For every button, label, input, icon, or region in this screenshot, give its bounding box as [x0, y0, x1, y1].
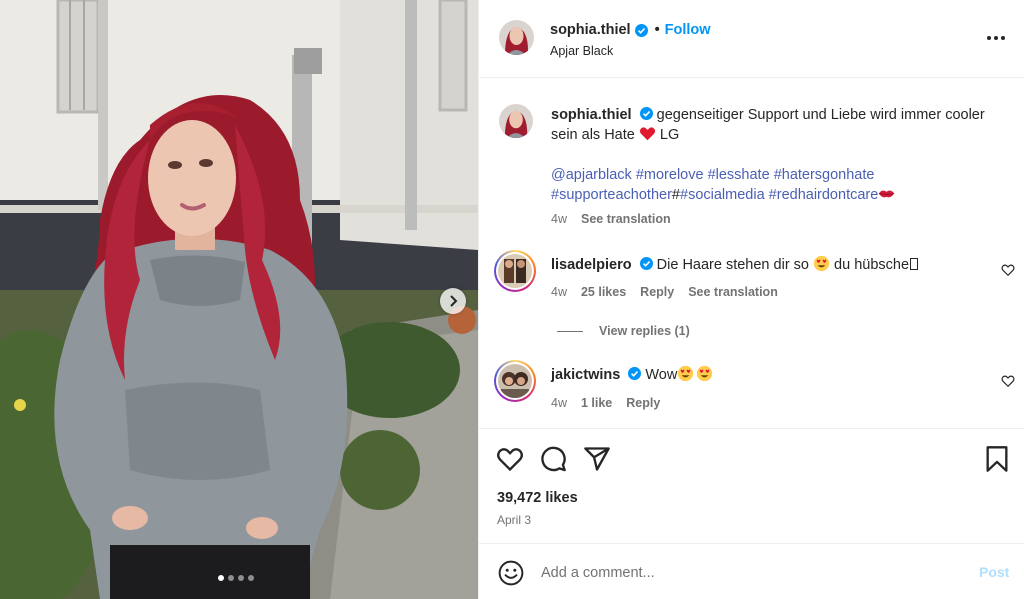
comment-username[interactable]: jakictwins — [551, 367, 620, 383]
separator-dot: • — [654, 22, 660, 38]
hashtag-link[interactable]: #lesshate — [708, 167, 770, 183]
carousel-dot — [228, 575, 234, 581]
hashtag-link[interactable]: #supporteachother — [551, 187, 672, 203]
caption-avatar[interactable] — [499, 104, 533, 138]
share-icon[interactable] — [583, 445, 611, 473]
mention-link[interactable]: @apjarblack — [551, 167, 632, 183]
post-header: sophia.thiel • Follow Apjar Black — [479, 0, 1024, 78]
commenter-avatar-story-ring[interactable] — [494, 250, 536, 292]
carousel-dot — [248, 575, 254, 581]
comment-body: Wow — [645, 367, 678, 383]
comment-like-heart-icon[interactable] — [1001, 263, 1015, 277]
unsupported-glyph — [910, 258, 919, 270]
caption-meta: 4w See translation — [551, 212, 671, 226]
bookmark-icon[interactable] — [983, 445, 1011, 473]
carousel-dot — [238, 575, 244, 581]
verified-badge-icon — [634, 23, 648, 37]
verified-badge-icon — [628, 367, 642, 380]
commenter-avatar-story-ring[interactable] — [494, 360, 536, 402]
hashtag-line-2: #supporteachother##socialmedia #redhaird… — [551, 185, 991, 205]
post-date[interactable]: April 3 — [497, 513, 531, 527]
reply-button[interactable]: Reply — [626, 396, 660, 410]
hashtag-link[interactable]: #hatersgonhate — [774, 167, 875, 183]
heart-eyes-emoji-icon — [678, 365, 694, 382]
comment-username[interactable]: lisadelpiero — [551, 257, 632, 273]
heart-icon[interactable] — [496, 445, 524, 473]
comment-meta: 4w 1 like Reply — [551, 396, 660, 410]
carousel-dot — [218, 575, 224, 581]
carousel-indicator — [218, 575, 254, 581]
verified-badge-icon — [639, 107, 653, 120]
comment-input[interactable] — [541, 560, 941, 586]
follow-button[interactable]: Follow — [665, 22, 711, 38]
see-translation-link[interactable]: See translation — [581, 212, 671, 226]
comment-meta: 4w 25 likes Reply See translation — [551, 285, 778, 299]
heart-eyes-emoji-icon — [697, 365, 713, 382]
post-photo — [0, 0, 478, 599]
comment-likes-count[interactable]: 1 like — [581, 396, 612, 410]
post-side-panel: sophia.thiel • Follow Apjar Black sophia… — [478, 0, 1024, 599]
comment-time[interactable]: 4w — [551, 396, 567, 410]
kiss-lips-emoji-icon — [879, 190, 895, 198]
hash-symbol: # — [671, 187, 680, 203]
chevron-right-icon — [450, 295, 458, 307]
comment-text: jakictwins Wow — [551, 365, 991, 385]
post-location[interactable]: Apjar Black — [550, 44, 613, 58]
comment-likes-count[interactable]: 25 likes — [581, 285, 626, 299]
comments-section: sophia.thiel gegenseitiger Support und L… — [479, 79, 1024, 427]
view-replies-button[interactable]: View replies (1) — [557, 324, 690, 338]
caption-username[interactable]: sophia.thiel — [551, 107, 632, 123]
author-avatar[interactable] — [499, 20, 534, 55]
comment-body: Die Haare stehen dir so — [656, 257, 809, 273]
heart-eyes-emoji-icon — [813, 255, 830, 272]
hashtag-line-1: @apjarblack #morelove #lesshate #hatersg… — [551, 165, 991, 185]
add-comment-bar: Post — [479, 543, 1024, 599]
commenter-avatar — [498, 254, 532, 288]
caption-text: sophia.thiel gegenseitiger Support und L… — [551, 105, 991, 145]
comment-time[interactable]: 4w — [551, 285, 567, 299]
post-actions: 39,472 likes April 3 — [479, 428, 1024, 543]
replies-divider — [557, 330, 583, 332]
emoji-icon[interactable] — [498, 560, 524, 586]
hashtag-link[interactable]: #redhairdontcare — [769, 187, 879, 203]
reply-button[interactable]: Reply — [640, 285, 674, 299]
likes-count[interactable]: 39,472 likes — [497, 490, 578, 506]
hashtag-link[interactable]: #socialmedia — [680, 187, 765, 203]
hashtag-link[interactable]: #morelove — [636, 167, 704, 183]
comment-icon[interactable] — [539, 445, 567, 473]
post-media[interactable] — [0, 0, 478, 599]
comment-like-heart-icon[interactable] — [1001, 374, 1015, 388]
more-options-icon[interactable] — [987, 36, 1005, 40]
commenter-avatar — [498, 364, 532, 398]
carousel-next-button[interactable] — [440, 288, 466, 314]
author-username[interactable]: sophia.thiel — [550, 22, 631, 38]
comment-body-tail: du hübsche — [834, 257, 910, 273]
red-heart-emoji-icon — [639, 127, 655, 141]
post-comment-button[interactable]: Post — [979, 564, 1009, 580]
view-replies-label: View replies (1) — [599, 324, 690, 338]
verified-badge-icon — [639, 257, 653, 270]
comment-text: lisadelpiero Die Haare stehen dir so du … — [551, 255, 991, 275]
caption-time[interactable]: 4w — [551, 212, 567, 226]
author-line: sophia.thiel • Follow — [550, 22, 711, 38]
caption-sign-off: LG — [659, 127, 680, 143]
see-translation-link[interactable]: See translation — [688, 285, 778, 299]
caption-hashtags: @apjarblack #morelove #lesshate #hatersg… — [551, 165, 991, 205]
instagram-post: sophia.thiel • Follow Apjar Black sophia… — [0, 0, 1024, 599]
